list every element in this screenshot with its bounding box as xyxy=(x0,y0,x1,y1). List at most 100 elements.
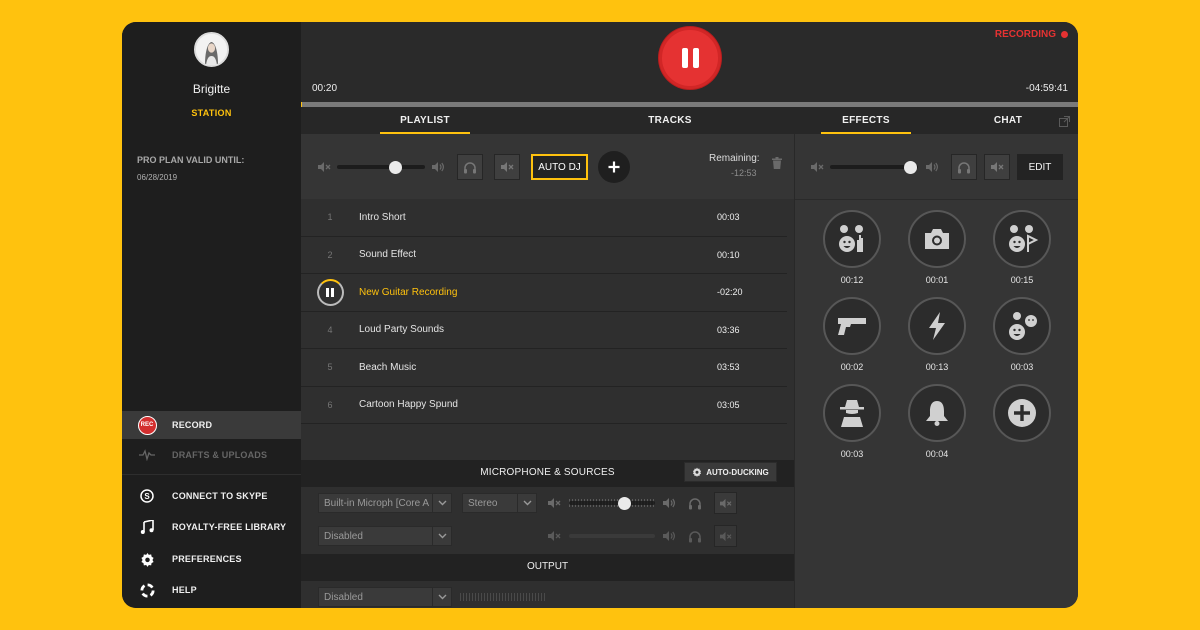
track-duration: 03:05 xyxy=(717,399,740,410)
sidebar-item-label: PREFERENCES xyxy=(172,554,242,564)
track-row[interactable]: 4 Loud Party Sounds 03:36 xyxy=(301,312,787,349)
secondary-mute-button[interactable] xyxy=(714,525,737,547)
tab-effects[interactable]: EFFECTS xyxy=(821,107,911,134)
track-number: 2 xyxy=(327,249,333,260)
playlist: 1 Intro Short 00:03 2 Sound Effect 00:10… xyxy=(301,199,787,460)
track-title: Sound Effect xyxy=(359,249,417,261)
effect-pad-laughter[interactable]: 00:03 xyxy=(992,297,1052,372)
track-duration: 00:03 xyxy=(717,212,740,223)
effect-pad-spy[interactable]: 00:03 xyxy=(822,384,882,459)
chevron-down-icon xyxy=(438,533,446,539)
volume-icon[interactable] xyxy=(431,161,445,173)
mute-icon[interactable] xyxy=(547,530,561,542)
add-effect-button[interactable] xyxy=(992,384,1052,449)
mute-icon[interactable] xyxy=(547,497,561,509)
sidebar-item-preferences[interactable]: PREFERENCES xyxy=(122,545,301,573)
track-title: Loud Party Sounds xyxy=(359,324,445,336)
add-track-button[interactable] xyxy=(598,151,630,183)
skype-icon: S xyxy=(140,489,154,503)
auto-ducking-button[interactable]: AUTO-DUCKING xyxy=(684,462,777,482)
popout-icon[interactable] xyxy=(1058,115,1070,127)
gear-icon xyxy=(693,467,702,477)
effect-duration: 00:04 xyxy=(925,449,949,459)
playlist-volume-slider[interactable] xyxy=(337,165,425,169)
effect-pad-celebration[interactable]: 00:15 xyxy=(992,210,1052,285)
effect-duration: 00:03 xyxy=(840,449,864,459)
edit-effects-button[interactable]: EDIT xyxy=(1017,154,1063,180)
tab-tracks[interactable]: TRACKS xyxy=(625,107,715,134)
sidebar-item-skype[interactable]: S CONNECT TO SKYPE xyxy=(122,482,301,510)
chevron-down-icon xyxy=(438,500,446,506)
tab-chat[interactable]: CHAT xyxy=(963,107,1053,134)
divider xyxy=(795,199,1078,200)
headphones-button[interactable] xyxy=(951,154,977,180)
remaining-value: -12:53 xyxy=(731,168,757,178)
sidebar-item-record[interactable]: REC RECORD xyxy=(122,411,301,439)
mute-icon[interactable] xyxy=(810,161,824,173)
microphone-source-select[interactable]: Built-in Microph [Core A xyxy=(318,493,452,513)
mic-mute-button[interactable] xyxy=(714,492,737,514)
track-row[interactable]: 6 Cartoon Happy Spund 03:05 xyxy=(301,387,787,424)
mute-icon[interactable] xyxy=(317,161,331,173)
track-title: Beach Music xyxy=(359,361,417,373)
gear-icon xyxy=(140,552,154,567)
plan-date: 06/28/2019 xyxy=(137,173,178,182)
trash-icon[interactable] xyxy=(772,157,782,169)
divider xyxy=(122,474,301,475)
headphones-icon xyxy=(958,161,970,173)
remaining-label: Remaining: xyxy=(709,153,760,164)
mic-volume-knob[interactable] xyxy=(618,497,631,510)
sidebar-item-label: CONNECT TO SKYPE xyxy=(172,491,268,501)
volume-icon[interactable] xyxy=(662,530,676,542)
effect-duration: 00:02 xyxy=(840,362,864,372)
volume-slider-knob[interactable] xyxy=(388,161,402,174)
effect-pad-gunshot[interactable]: 00:02 xyxy=(822,297,882,372)
track-row-playing[interactable]: New Guitar Recording -02:20 xyxy=(301,274,787,312)
sidebar-item-help[interactable]: HELP xyxy=(122,576,301,604)
track-duration: 03:36 xyxy=(717,324,740,335)
playlist-scroll-gutter xyxy=(787,199,794,460)
effect-pad-lightning[interactable]: 00:13 xyxy=(907,297,967,372)
track-number: 4 xyxy=(327,324,333,335)
headphones-button[interactable] xyxy=(457,154,483,180)
track-duration: -02:20 xyxy=(717,287,743,298)
user-role: STATION xyxy=(191,108,232,118)
chevron-down-icon xyxy=(438,594,446,600)
mic-volume-slider[interactable] xyxy=(569,501,655,505)
effect-duration: 00:03 xyxy=(1010,362,1034,372)
laughter-icon xyxy=(1009,312,1037,340)
headphones-icon[interactable] xyxy=(687,496,703,510)
pause-recording-button[interactable] xyxy=(659,27,721,89)
pause-track-button[interactable] xyxy=(316,278,344,306)
spy-icon xyxy=(840,400,864,427)
lightning-icon xyxy=(929,312,945,340)
add-effect-icon xyxy=(1008,399,1036,427)
sidebar-item-drafts[interactable]: DRAFTS & UPLOADS xyxy=(122,441,301,469)
track-row[interactable]: 1 Intro Short 00:03 xyxy=(301,199,787,237)
svg-text:S: S xyxy=(144,492,150,501)
avatar[interactable] xyxy=(194,32,229,67)
volume-icon[interactable] xyxy=(662,497,676,509)
secondary-volume-slider[interactable] xyxy=(569,534,655,538)
channel-select[interactable]: Stereo xyxy=(462,493,537,513)
mute-button[interactable] xyxy=(494,154,520,180)
tab-playlist[interactable]: PLAYLIST xyxy=(380,107,470,134)
track-number: 6 xyxy=(327,399,333,410)
effect-pad-camera[interactable]: 00:01 xyxy=(907,210,967,285)
secondary-source-select[interactable]: Disabled xyxy=(318,526,452,546)
mute-button[interactable] xyxy=(984,154,1010,180)
volume-icon[interactable] xyxy=(925,161,939,173)
effect-pad-applause[interactable]: 00:12 xyxy=(822,210,882,285)
auto-dj-button[interactable]: AUTO DJ xyxy=(531,154,588,180)
track-row[interactable]: 5 Beach Music 03:53 xyxy=(301,349,787,387)
effect-pad-bell[interactable]: 00:04 xyxy=(907,384,967,459)
help-ring-icon xyxy=(139,582,155,598)
sidebar-item-library[interactable]: ROYALTY-FREE LIBRARY xyxy=(122,513,301,541)
output-device-select[interactable]: Disabled xyxy=(318,587,452,607)
output-title: OUTPUT xyxy=(526,561,569,572)
headphones-icon xyxy=(464,161,476,173)
track-row[interactable]: 2 Sound Effect 00:10 xyxy=(301,237,787,274)
track-title: Intro Short xyxy=(359,211,406,223)
elapsed-time: 00:20 xyxy=(312,83,338,94)
headphones-icon[interactable] xyxy=(687,529,703,543)
